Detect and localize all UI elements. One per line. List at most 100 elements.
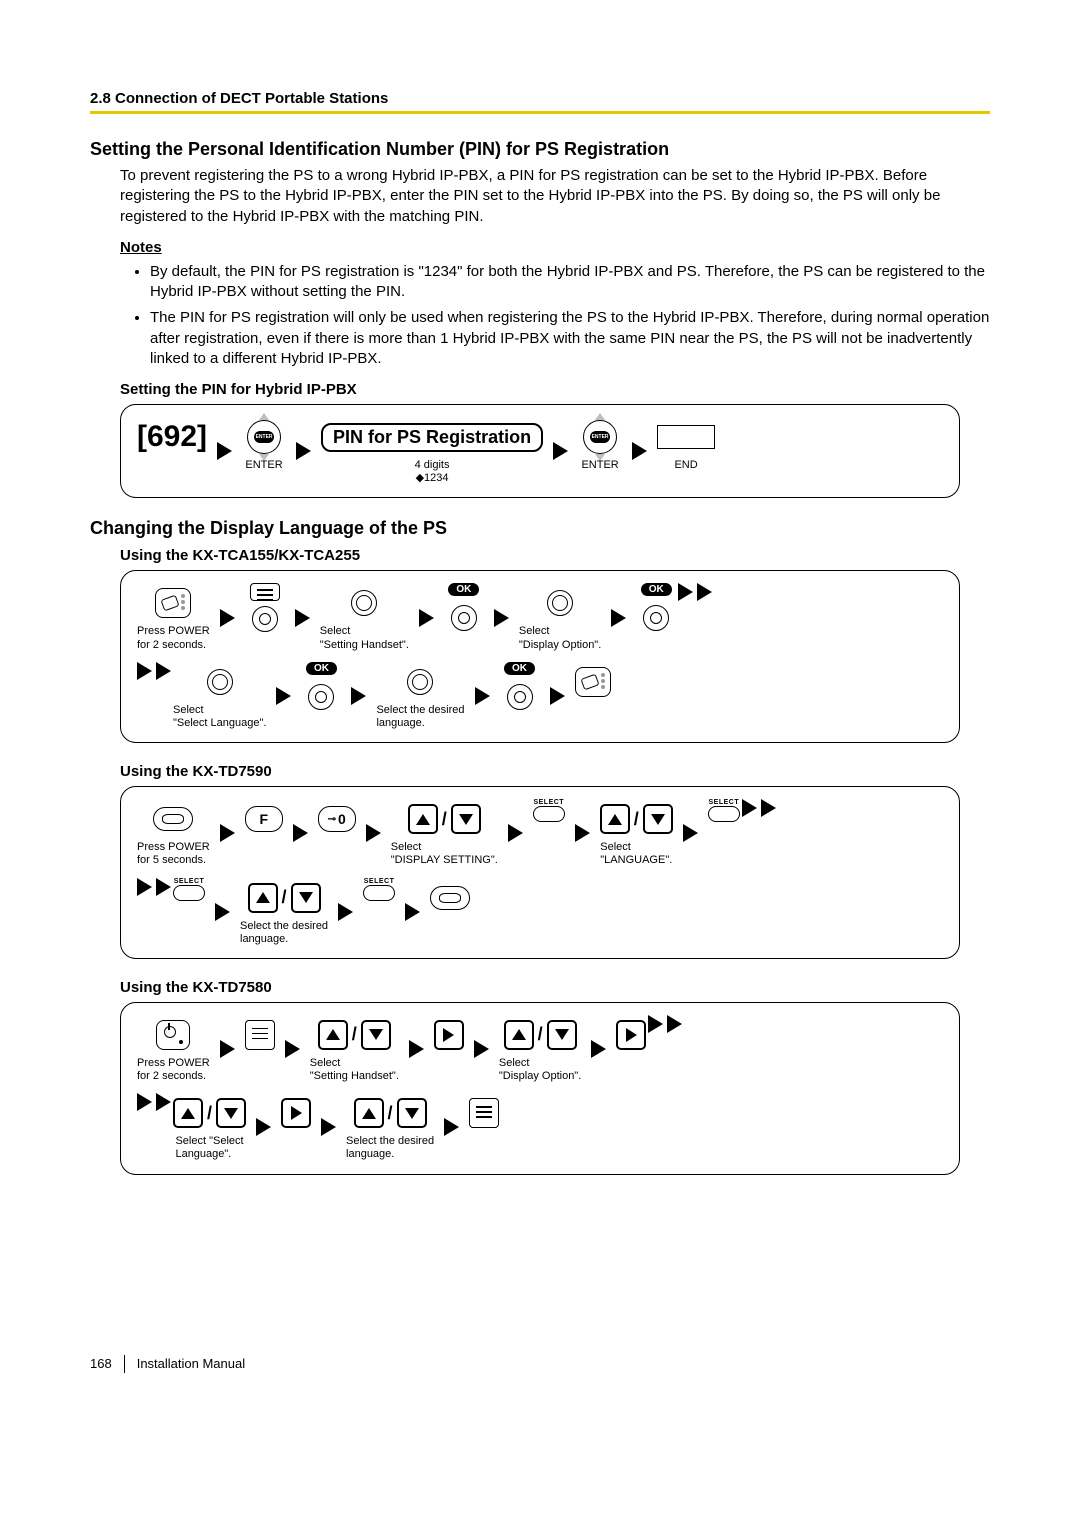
divider [90, 111, 990, 114]
down-key-icon [291, 883, 321, 913]
arrow-icon [405, 903, 420, 921]
arrow-icon [419, 609, 434, 627]
arrow-icon [220, 824, 235, 842]
handset-icon [155, 588, 191, 618]
arrow-icon [494, 609, 509, 627]
td7580-proc-box: Press POWERfor 2 seconds. / Select"Setti… [120, 1002, 960, 1175]
arrow-icon [740, 799, 778, 817]
td7590-heading: Using the KX-TD7590 [120, 763, 990, 780]
slash: / [352, 1024, 357, 1045]
step-caption: Select"Display Option". [519, 625, 601, 651]
arrow-icon [338, 903, 353, 921]
slash: / [388, 1103, 393, 1124]
arrow-icon [295, 609, 310, 627]
divider [124, 1355, 125, 1373]
arrow-icon [508, 824, 523, 842]
right-key-icon [281, 1098, 311, 1128]
end-box-icon [657, 425, 715, 449]
step-caption: Press POWERfor 2 seconds. [137, 625, 210, 651]
right-key-icon [434, 1020, 464, 1050]
joystick-icon [301, 677, 341, 717]
slash: / [442, 809, 447, 830]
page-footer: 168 Installation Manual [90, 1355, 990, 1373]
handset-icon [575, 667, 611, 697]
ok-badge: OK [504, 662, 535, 675]
arrow-icon [366, 824, 381, 842]
footer-label: Installation Manual [137, 1356, 245, 1371]
up-key-icon [408, 804, 438, 834]
enter-dial-icon: ENTER [578, 415, 622, 459]
step-caption: Select"Setting Handset". [320, 625, 409, 651]
down-key-icon [451, 804, 481, 834]
arrow-icon [611, 609, 626, 627]
arrow-icon [276, 687, 291, 705]
arrow-icon [296, 442, 311, 460]
enter-dial-icon: ENTER [242, 415, 286, 459]
joystick-icon [344, 583, 384, 623]
arrow-icon [632, 442, 647, 460]
td7590-proc-box: Press POWERfor 5 seconds. F ⊸0 / Select"… [120, 786, 960, 959]
code-692: [692] [137, 417, 207, 457]
arrow-icon [215, 903, 230, 921]
end-label: END [674, 459, 697, 472]
ok-badge: OK [448, 583, 479, 596]
arrow-icon [137, 1093, 173, 1111]
step-caption: Select"Select Language". [173, 704, 266, 730]
power-icon [156, 1020, 190, 1050]
up-key-icon [318, 1020, 348, 1050]
slash: / [634, 809, 639, 830]
arrow-icon [409, 1040, 424, 1058]
step-caption: Select"LANGUAGE". [600, 841, 672, 867]
section-header: 2.8 Connection of DECT Portable Stations [90, 90, 990, 107]
phone-icon [430, 886, 470, 910]
arrow-icon [321, 1118, 336, 1136]
joystick-icon [200, 662, 240, 702]
notes-list: By default, the PIN for PS registration … [150, 262, 990, 369]
right-key-icon [616, 1020, 646, 1050]
arrow-icon [220, 609, 235, 627]
down-key-icon [547, 1020, 577, 1050]
notes-heading: Notes [120, 239, 990, 256]
page-number: 168 [90, 1356, 112, 1371]
up-key-icon [504, 1020, 534, 1050]
pin-pill: PIN for PS Registration [321, 423, 543, 452]
zero-key-icon: ⊸0 [318, 806, 356, 832]
select-button-icon: SELECT [708, 799, 740, 822]
arrow-icon [217, 442, 232, 460]
step-caption: Select "SelectLanguage". [175, 1135, 243, 1161]
lang-title: Changing the Display Language of the PS [90, 518, 990, 539]
select-button-icon: SELECT [173, 878, 205, 901]
note-item: By default, the PIN for PS registration … [150, 262, 990, 303]
arrow-icon [293, 824, 308, 842]
arrow-icon [137, 662, 173, 680]
step-caption: Select"Display Option". [499, 1057, 581, 1083]
joystick-icon [245, 599, 285, 639]
arrow-icon [351, 687, 366, 705]
arrow-icon [575, 824, 590, 842]
step-caption: Select the desiredlanguage. [376, 704, 464, 730]
arrow-icon [474, 1040, 489, 1058]
select-button-icon: SELECT [363, 878, 395, 901]
note-item: The PIN for PS registration will only be… [150, 308, 990, 369]
slash: / [207, 1103, 212, 1124]
ok-badge: OK [306, 662, 337, 675]
joystick-icon [636, 598, 676, 638]
step-caption: Press POWERfor 5 seconds. [137, 841, 210, 867]
up-key-icon [248, 883, 278, 913]
phone-icon [153, 807, 193, 831]
step-caption: Select"DISPLAY SETTING". [391, 841, 498, 867]
down-key-icon [216, 1098, 246, 1128]
arrow-icon [646, 1015, 684, 1033]
arrow-icon [256, 1118, 271, 1136]
menu-icon [469, 1098, 499, 1128]
step-caption: Press POWERfor 2 seconds. [137, 1057, 210, 1083]
digits-label: 4 digits◆1234 [415, 459, 450, 485]
up-key-icon [354, 1098, 384, 1128]
tca-heading: Using the KX-TCA155/KX-TCA255 [120, 547, 990, 564]
down-key-icon [643, 804, 673, 834]
joystick-icon [400, 662, 440, 702]
arrow-icon [683, 824, 698, 842]
arrow-icon [220, 1040, 235, 1058]
joystick-icon [444, 598, 484, 638]
select-button-icon: SELECT [533, 799, 565, 822]
